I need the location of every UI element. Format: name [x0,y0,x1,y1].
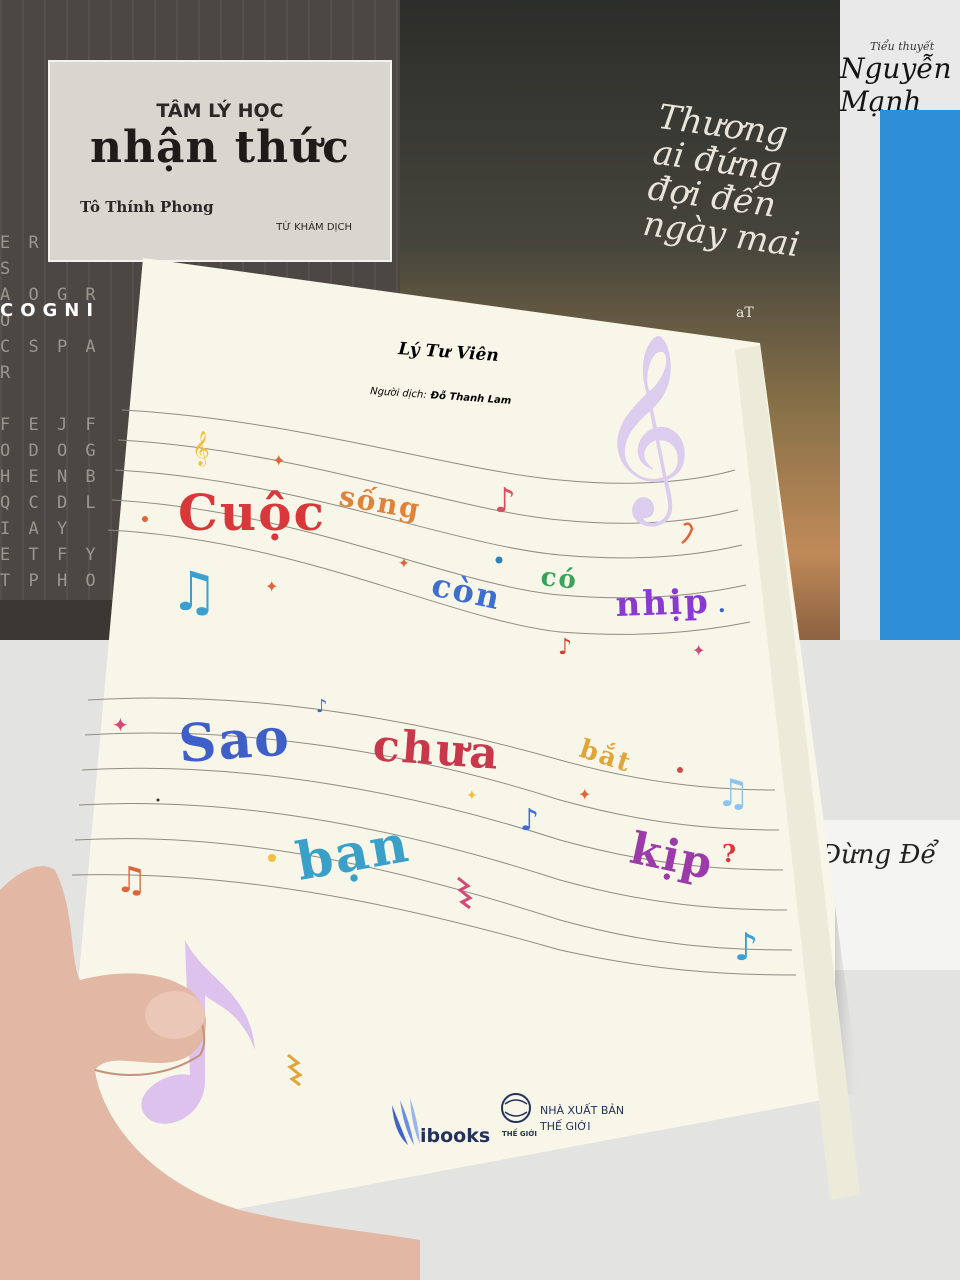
title-word-text: kịp [626,823,719,890]
moon-icon [311,335,348,372]
title-word: Cuộc [178,483,326,542]
treble-clef-small-icon: 𝄞 [192,431,210,467]
eighth-note-icon: ♪ [316,696,328,717]
title-word: chưa [371,720,502,780]
the-gioi-mark: THẾ GIỚI [502,1128,537,1138]
translator-label: Người dịch: [370,385,427,401]
title-word-text: bắt [576,733,636,779]
rest-icon [457,876,473,910]
title-word: có [539,562,579,596]
treble-clef-icon: 𝄞 [598,331,693,527]
title-punctuation: ? [722,839,738,868]
title-word: kịp [626,823,719,890]
svg-text:✦: ✦ [398,556,410,572]
publisher-name-line2: THẾ GIỚI [539,1119,591,1133]
globe-icon [501,1093,531,1123]
cover-translator: Người dịch: Đỗ Thanh Lam [370,384,512,407]
eighth-note-icon: ♪ [734,925,758,969]
title-word: sống [337,479,424,526]
svg-text:✦: ✦ [692,641,705,660]
squiggle-icon [681,522,694,545]
svg-text:✦: ✦ [578,785,591,804]
title-word-text: có [539,562,579,596]
eighth-note-icon: ♪ [558,635,572,660]
eighth-note-icon: ♪ [520,803,539,838]
title-word: nhịp [615,582,710,625]
title-word-text: sống [337,479,424,526]
eighth-note-icon: ♪ [494,481,516,521]
thumbnail [145,991,205,1039]
title-word-text: còn [428,566,504,618]
translator-name: Đỗ Thanh Lam [429,388,511,407]
title-word-text: chưa [371,720,502,780]
the-gioi-logo: THẾ GIỚI NHÀ XUẤT BẢN THẾ GIỚI [501,1093,624,1138]
publisher-name-line1: NHÀ XUẤT BẢN [540,1103,624,1117]
title-word: còn [428,566,504,618]
title-word-text: nhịp [615,582,710,625]
hand [0,866,420,1280]
title-word-text: Cuộc [178,483,326,542]
title-word: Sao [177,706,293,775]
beamed-notes-icon: ♫ [716,771,750,815]
ibooks-wordmark: ibooks [420,1125,490,1147]
title-word-text: Sao [177,706,293,775]
hand-skin [0,866,420,1280]
title-punctuation: . [718,592,728,618]
svg-text:✦: ✦ [265,577,278,596]
svg-text:✦: ✦ [466,788,478,804]
beamed-notes-icon: ♫ [170,560,218,623]
title-word: bắt [576,733,636,779]
svg-text:✦: ✦ [272,451,285,470]
cover-author: Lý Tư Viên [397,339,500,366]
page-edge [735,345,860,1200]
svg-text:✦: ✦ [112,713,129,737]
